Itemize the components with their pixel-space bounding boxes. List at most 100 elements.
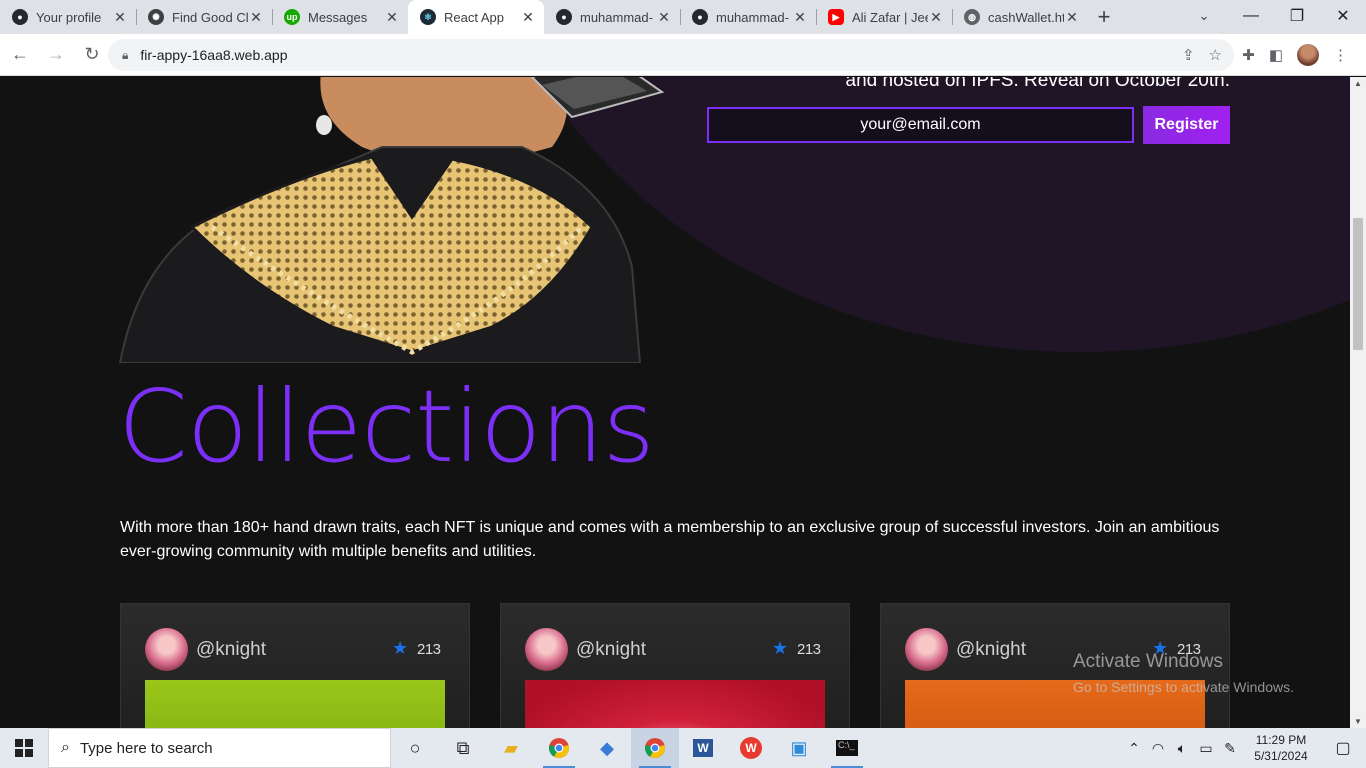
battery-icon[interactable]: ▭ bbox=[1194, 740, 1218, 757]
clock-date: 5/31/2024 bbox=[1254, 749, 1308, 763]
tab-cashwallet[interactable]: ◍ cashWallet.htr ✕ bbox=[952, 0, 1088, 34]
minimize-icon[interactable]: — bbox=[1228, 0, 1274, 32]
tab-your-profile[interactable]: ● Your profile ✕ bbox=[0, 0, 136, 34]
word-icon[interactable]: W bbox=[679, 728, 727, 768]
email-input[interactable] bbox=[707, 107, 1134, 143]
taskbar-search[interactable]: ⌕ Type here to search bbox=[48, 728, 391, 768]
chrome-logo bbox=[549, 738, 569, 759]
creator-avatar[interactable] bbox=[145, 628, 188, 671]
close-icon[interactable]: ✕ bbox=[384, 9, 400, 26]
lock-icon[interactable]: 🔒︎ bbox=[122, 48, 128, 63]
github-icon: ● bbox=[556, 9, 572, 25]
close-icon[interactable]: ✕ bbox=[112, 9, 128, 26]
reload-icon[interactable]: ↻ bbox=[76, 39, 108, 71]
wifi-icon[interactable]: ◠ bbox=[1146, 740, 1170, 757]
start-button[interactable] bbox=[0, 728, 48, 768]
profile-avatar[interactable] bbox=[1297, 44, 1319, 66]
extensions-puzzle-icon[interactable]: ✚ bbox=[1242, 46, 1255, 64]
activate-windows-watermark: Activate Windows Go to Settings to activ… bbox=[1073, 651, 1294, 695]
page-viewport: and hosted on IPFS. Reveal on October 20… bbox=[0, 77, 1350, 728]
youtube-icon: ▶ bbox=[828, 9, 844, 25]
control-panel-icon[interactable]: ▣ bbox=[775, 728, 823, 768]
menu-kebab-icon[interactable]: ⋮ bbox=[1333, 46, 1348, 64]
tab-github-muhammad-2[interactable]: ● muhammad- ✕ bbox=[680, 0, 816, 34]
nft-card[interactable]: @knight ★ 213 bbox=[500, 603, 850, 728]
tab-search-chevron-icon[interactable]: ⌄ bbox=[1190, 0, 1218, 32]
terminal-icon[interactable]: C:\_ bbox=[823, 728, 871, 768]
close-icon[interactable]: ✕ bbox=[1064, 9, 1080, 26]
register-button[interactable]: Register bbox=[1143, 106, 1230, 144]
back-arrow-icon[interactable]: ← bbox=[4, 39, 36, 71]
tab-title: Ali Zafar | Jee bbox=[852, 9, 928, 25]
creator-avatar[interactable] bbox=[905, 628, 948, 671]
hero-character-illustration bbox=[118, 77, 665, 363]
tab-react-app[interactable]: ⚛ React App ✕ bbox=[408, 0, 544, 34]
creator-handle[interactable]: @knight bbox=[196, 639, 266, 661]
cortana-icon[interactable]: ○ bbox=[391, 728, 439, 768]
globe-icon: ◍ bbox=[964, 9, 980, 25]
volume-icon[interactable]: 🔈︎ bbox=[1170, 740, 1194, 757]
forward-arrow-icon[interactable]: → bbox=[40, 39, 72, 71]
close-icon[interactable]: ✕ bbox=[248, 9, 264, 26]
tab-messages[interactable]: up Messages ✕ bbox=[272, 0, 408, 34]
window-controls: — ❐ ✕ bbox=[1228, 0, 1366, 32]
tab-title: muhammad- bbox=[716, 9, 789, 25]
windows-logo-icon bbox=[15, 739, 33, 757]
wps-office-icon[interactable]: W bbox=[727, 728, 775, 768]
chrome-profile-logo bbox=[645, 738, 665, 759]
close-icon[interactable]: ✕ bbox=[928, 9, 944, 26]
scroll-up-arrow-icon[interactable]: ▲ bbox=[1350, 79, 1366, 88]
tab-find-good-clients[interactable]: ✺ Find Good Cli ✕ bbox=[136, 0, 272, 34]
url-text[interactable]: fir-appy-16aa8.web.app bbox=[140, 47, 287, 63]
like-count: 213 bbox=[417, 641, 441, 658]
collections-description: With more than 180+ hand drawn traits, e… bbox=[120, 519, 1220, 560]
address-bar[interactable]: 🔒︎ fir-appy-16aa8.web.app ⇪ ☆ bbox=[108, 39, 1234, 71]
clock-time: 11:29 PM bbox=[1255, 733, 1307, 747]
new-tab-button[interactable]: + bbox=[1088, 0, 1120, 34]
creator-handle[interactable]: @knight bbox=[956, 639, 1026, 661]
tab-title: Messages bbox=[308, 9, 368, 25]
tab-title: cashWallet.htr bbox=[988, 9, 1064, 25]
notification-icon[interactable]: ▢ bbox=[1320, 738, 1366, 758]
github-icon: ● bbox=[12, 9, 28, 25]
like-count: 213 bbox=[797, 641, 821, 658]
share-icon[interactable]: ⇪ bbox=[1182, 46, 1195, 64]
page-scrollbar[interactable]: ▲ ▼ bbox=[1350, 77, 1366, 728]
creator-avatar[interactable] bbox=[525, 628, 568, 671]
upwork-icon: up bbox=[284, 9, 300, 25]
reveal-text: and hosted on IPFS. Reveal on October 20… bbox=[845, 77, 1230, 91]
nft-image-red[interactable] bbox=[525, 680, 825, 728]
nft-card[interactable]: @knight ★ 213 bbox=[120, 603, 470, 728]
nft-image-green[interactable] bbox=[145, 680, 445, 728]
terminal-logo: C:\_ bbox=[836, 740, 858, 756]
search-placeholder: Type here to search bbox=[79, 739, 213, 757]
side-panel-icon[interactable]: ◧ bbox=[1269, 46, 1283, 64]
clock[interactable]: 11:29 PM 5/31/2024 bbox=[1242, 732, 1320, 764]
pen-icon[interactable]: ✎ bbox=[1218, 740, 1242, 757]
windows-taskbar: ⌕ Type here to search ○ ⧉ ▰ ◆ W W ▣ C:\_… bbox=[0, 728, 1366, 768]
close-window-icon[interactable]: ✕ bbox=[1320, 0, 1366, 32]
close-icon[interactable]: ✕ bbox=[656, 9, 672, 26]
close-icon[interactable]: ✕ bbox=[792, 9, 808, 26]
collections-heading: Collections bbox=[118, 368, 655, 485]
bookmark-star-icon[interactable]: ☆ bbox=[1209, 46, 1222, 64]
notepad-app-icon[interactable]: ◆ bbox=[583, 728, 631, 768]
tab-github-muhammad-1[interactable]: ● muhammad- ✕ bbox=[544, 0, 680, 34]
creator-handle[interactable]: @knight bbox=[576, 639, 646, 661]
browser-toolbar: ← → ↻ 🔒︎ fir-appy-16aa8.web.app ⇪ ☆ ✚ ◧ … bbox=[0, 34, 1366, 76]
react-icon: ⚛ bbox=[420, 9, 436, 25]
scrollbar-thumb[interactable] bbox=[1353, 218, 1363, 350]
task-view-icon[interactable]: ⧉ bbox=[439, 728, 487, 768]
restore-icon[interactable]: ❐ bbox=[1274, 0, 1320, 32]
wps-logo: W bbox=[740, 737, 762, 759]
file-explorer-icon[interactable]: ▰ bbox=[487, 728, 535, 768]
tab-title: Your profile bbox=[36, 9, 102, 25]
chrome-profile-icon[interactable] bbox=[631, 728, 679, 768]
close-icon[interactable]: ✕ bbox=[520, 9, 536, 26]
tab-youtube[interactable]: ▶ Ali Zafar | Jee ✕ bbox=[816, 0, 952, 34]
github-icon: ● bbox=[692, 9, 708, 25]
scroll-down-arrow-icon[interactable]: ▼ bbox=[1350, 717, 1366, 726]
chrome-icon[interactable] bbox=[535, 728, 583, 768]
chevron-up-icon[interactable]: ⌃ bbox=[1122, 740, 1146, 757]
tab-strip: ● Your profile ✕ ✺ Find Good Cli ✕ up Me… bbox=[0, 0, 1366, 34]
